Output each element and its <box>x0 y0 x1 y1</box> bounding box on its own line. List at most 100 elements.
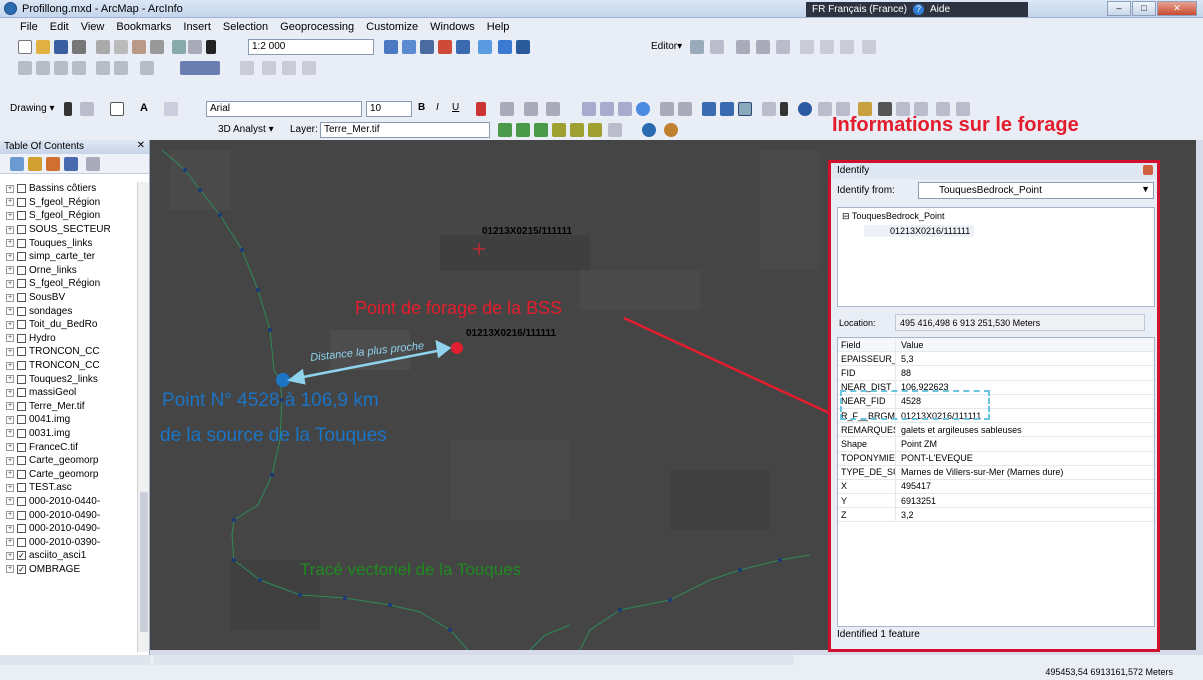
expand-icon[interactable]: + <box>6 252 14 261</box>
back-extent-icon[interactable] <box>702 102 716 116</box>
expand-icon[interactable]: + <box>6 307 14 316</box>
language-bar[interactable]: FR Français (France) ? Aide <box>806 2 1028 17</box>
layer-visibility-checkbox[interactable] <box>17 374 26 384</box>
expand-icon[interactable]: + <box>6 198 14 207</box>
attribute-row[interactable]: TYPE_DE_SU Marnes de Villers-sur-Mer (Mar… <box>838 465 1154 480</box>
toc-layer-item[interactable]: + simp_carte_ter <box>0 250 138 264</box>
layer-visibility-checkbox[interactable] <box>17 361 26 371</box>
expand-icon[interactable]: + <box>6 320 14 329</box>
tool-icon-i[interactable] <box>262 61 276 75</box>
layer-label[interactable]: 000-2010-0490- <box>29 523 100 534</box>
layer-label[interactable]: Terre_Mer.tif <box>29 401 85 412</box>
layer-label[interactable]: SousBV <box>29 292 65 303</box>
interpolate-polygon-icon[interactable] <box>588 123 602 137</box>
zoom-out-icon[interactable] <box>600 102 614 116</box>
expand-icon[interactable]: + <box>6 565 14 574</box>
expand-icon[interactable]: + <box>6 402 14 411</box>
layer-visibility-checkbox[interactable] <box>17 265 26 275</box>
bold-button[interactable]: B <box>418 102 425 113</box>
menu-selection[interactable]: Selection <box>223 21 268 33</box>
delete-icon[interactable] <box>150 40 164 54</box>
expand-icon[interactable]: + <box>6 211 14 220</box>
callout-icon[interactable] <box>164 102 178 116</box>
layer-label[interactable]: SOUS_SECTEUR <box>29 224 111 235</box>
tree-child-node[interactable]: 01213X0216/111111 <box>864 225 974 237</box>
steepest-path-icon[interactable] <box>516 123 530 137</box>
layer-visibility-checkbox[interactable] <box>17 347 26 357</box>
layer-visibility-checkbox[interactable]: ✓ <box>17 564 26 574</box>
fill-color-icon[interactable] <box>500 102 514 116</box>
tool-icon-b[interactable] <box>36 61 50 75</box>
tool-icon-c[interactable] <box>54 61 68 75</box>
toc-close-icon[interactable]: ✕ <box>137 140 145 151</box>
toc-layer-item[interactable]: + SOUS_SECTEUR <box>0 223 138 237</box>
layer-visibility-checkbox[interactable] <box>17 252 26 262</box>
profile-graph-icon[interactable] <box>608 123 622 137</box>
toc-layer-item[interactable]: + massiGeol <box>0 386 138 400</box>
toc-layer-item[interactable]: + sondages <box>0 304 138 318</box>
close-icon[interactable]: ✕ <box>1157 1 1197 16</box>
attributes-icon[interactable] <box>840 40 854 54</box>
arctoolbox-icon[interactable] <box>478 40 492 54</box>
forward-extent-icon[interactable] <box>720 102 734 116</box>
menu-geoprocessing[interactable]: Geoprocessing <box>280 21 354 33</box>
expand-icon[interactable]: + <box>6 266 14 275</box>
tool-icon-f[interactable] <box>114 61 128 75</box>
fixed-zoom-in-icon[interactable] <box>660 102 674 116</box>
layer-label[interactable]: 0031.img <box>29 428 70 439</box>
toc-layer-item[interactable]: + Toit_du_BedRo <box>0 318 138 332</box>
toc-icon[interactable] <box>420 40 434 54</box>
layer-label[interactable]: OMBRAGE <box>29 564 80 575</box>
marker-color-icon[interactable] <box>546 102 560 116</box>
expand-icon[interactable]: + <box>6 388 14 397</box>
layer-label[interactable]: simp_carte_ter <box>29 251 95 262</box>
layer-visibility-checkbox[interactable] <box>17 537 26 547</box>
expand-icon[interactable]: + <box>6 538 14 547</box>
font-name-field[interactable]: Arial <box>206 101 362 117</box>
maximize-icon[interactable]: □ <box>1132 1 1156 16</box>
layer-visibility-checkbox[interactable] <box>17 211 26 221</box>
identify-from-select[interactable]: TouquesBedrock_Point ▼ <box>918 182 1154 199</box>
toc-layer-item[interactable]: + Touques_links <box>0 236 138 250</box>
attribute-row[interactable]: FID 88 <box>838 366 1154 381</box>
attribute-row[interactable]: X 495417 <box>838 479 1154 495</box>
attribute-row[interactable]: Shape Point ZM <box>838 437 1154 452</box>
toc-layer-item[interactable]: + Terre_Mer.tif <box>0 400 138 414</box>
editor-toolbar-icon[interactable] <box>384 40 398 54</box>
select-element-arrow-icon[interactable] <box>780 102 788 116</box>
toc-layer-item[interactable]: + Carte_geomorp <box>0 454 138 468</box>
font-color-icon[interactable] <box>476 102 486 116</box>
sketch-properties-icon[interactable] <box>862 40 876 54</box>
expand-icon[interactable]: + <box>6 239 14 248</box>
help-icon[interactable]: ? <box>913 4 925 15</box>
paste-icon[interactable] <box>132 40 146 54</box>
hyperlink-icon[interactable] <box>818 102 832 116</box>
underline-button[interactable]: U <box>452 102 459 113</box>
layer-label[interactable]: FranceC.tif <box>29 442 78 453</box>
fixed-zoom-out-icon[interactable] <box>678 102 692 116</box>
toc-horizontal-scroll[interactable] <box>0 655 150 665</box>
catalog-icon[interactable] <box>438 40 452 54</box>
tool-icon-g[interactable] <box>140 61 154 75</box>
toc-layer-item[interactable]: + ✓ asciito_asci1 <box>0 549 138 563</box>
toc-layer-item[interactable]: + TRONCON_CC <box>0 345 138 359</box>
straight-segment-icon[interactable] <box>736 40 750 54</box>
layer-label[interactable]: Hydro <box>29 333 56 344</box>
line-color-icon[interactable] <box>524 102 538 116</box>
layer-label[interactable]: Carte_geomorp <box>29 469 98 480</box>
expand-icon[interactable]: + <box>6 279 14 288</box>
layer-visibility-checkbox[interactable] <box>17 401 26 411</box>
menu-customize[interactable]: Customize <box>366 21 418 33</box>
3d-analyst-menu[interactable]: 3D Analyst ▾ <box>218 124 274 135</box>
layer-visibility-checkbox[interactable] <box>17 238 26 248</box>
expand-icon[interactable]: + <box>6 225 14 234</box>
layer-label[interactable]: S_fgeol_Région <box>29 278 100 289</box>
undo-icon[interactable] <box>172 40 186 54</box>
expand-icon[interactable]: + <box>6 497 14 506</box>
layer-label[interactable]: Carte_geomorp <box>29 455 98 466</box>
point-icon[interactable] <box>776 40 790 54</box>
layer-label[interactable]: 000-2010-0390- <box>29 537 100 548</box>
layer-label[interactable]: Touques2_links <box>29 374 98 385</box>
toc-layer-item[interactable]: + S_fgeol_Région <box>0 277 138 291</box>
list-by-visibility-icon[interactable] <box>46 157 60 171</box>
